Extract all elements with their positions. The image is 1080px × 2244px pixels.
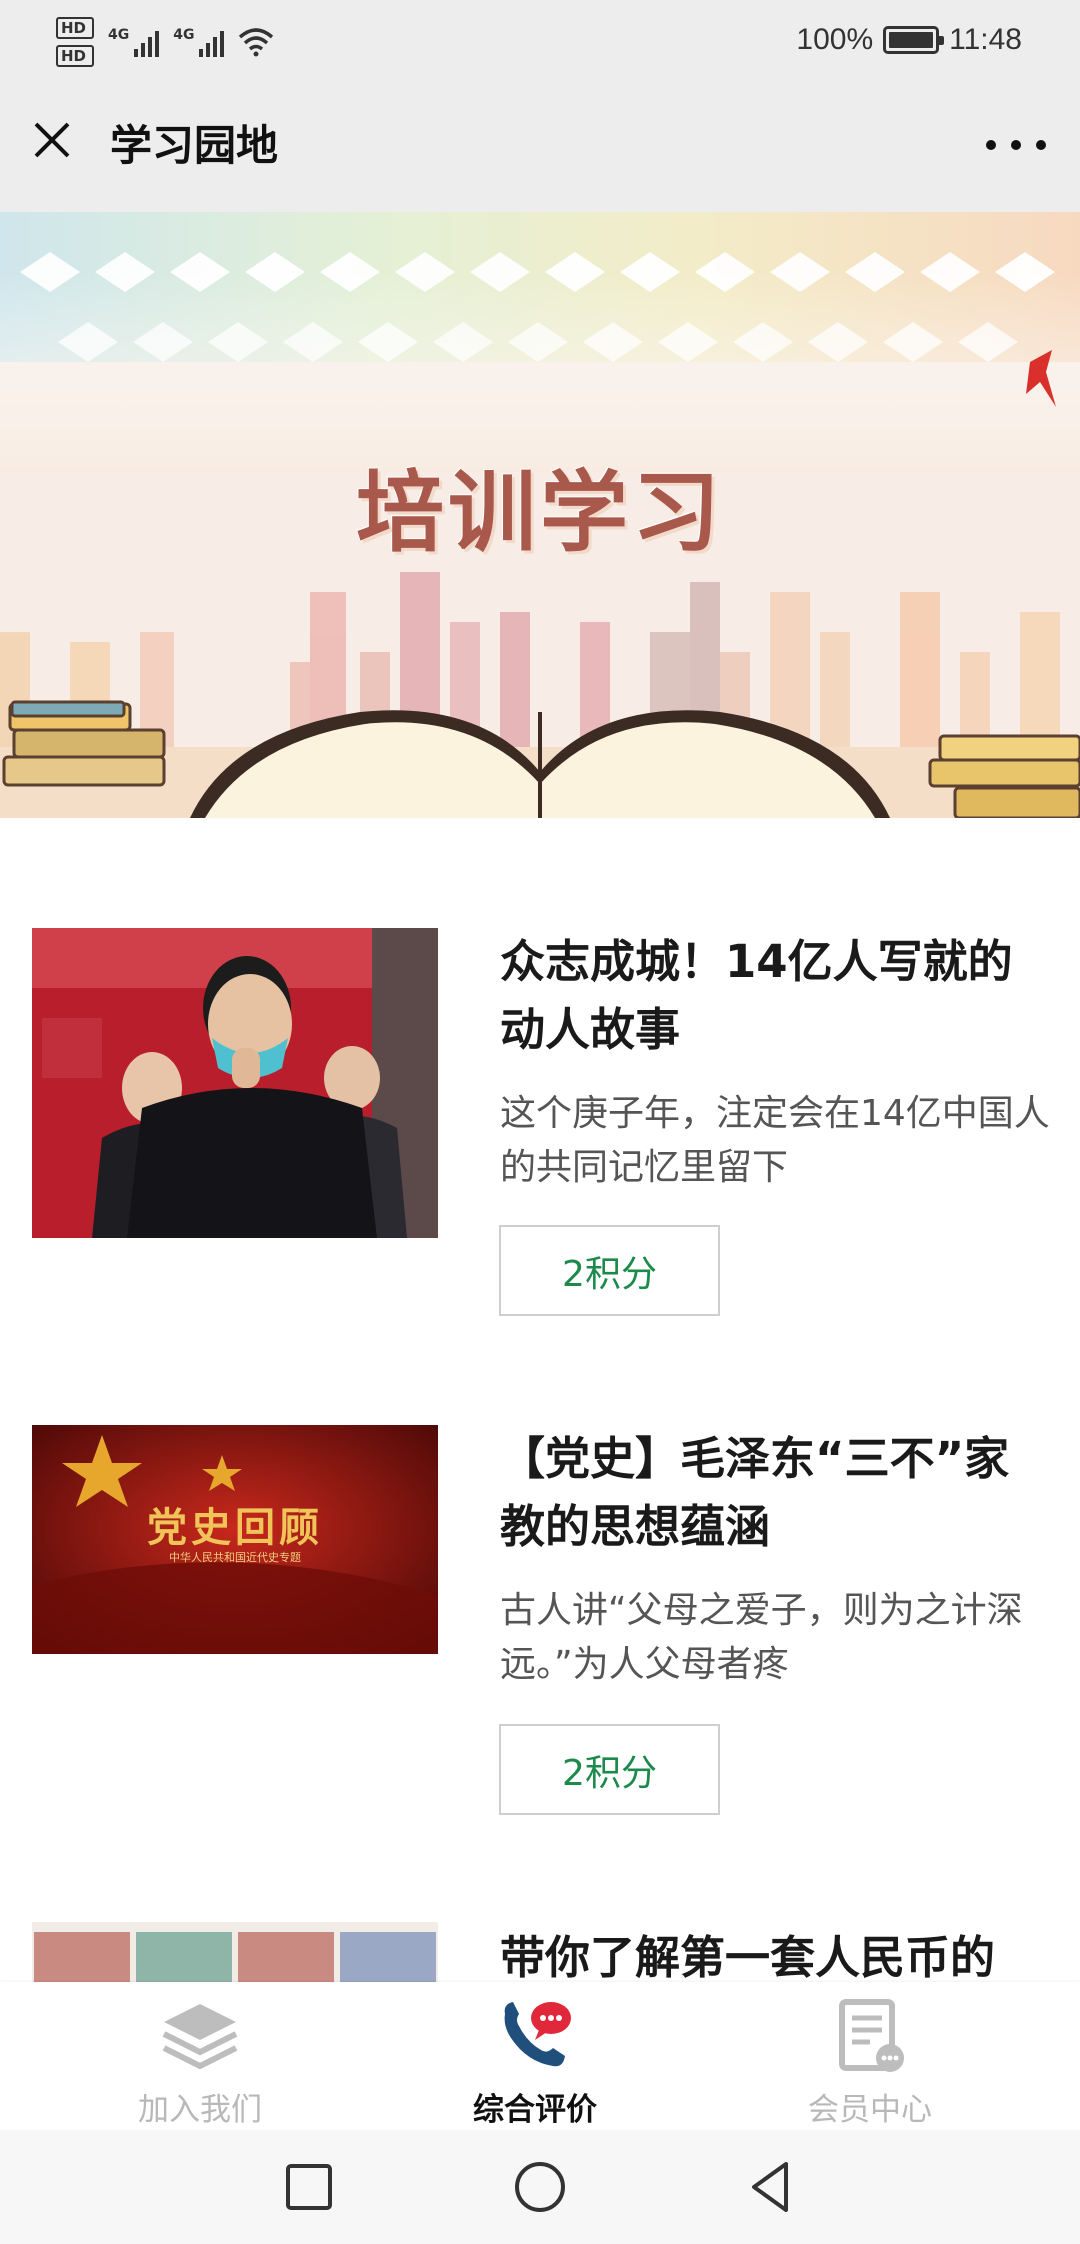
banner-title: 培训学习 bbox=[355, 461, 724, 564]
back-icon[interactable] bbox=[738, 2154, 804, 2220]
article-thumbnail[interactable]: 党史回顾 中华人民共和国近代史专题 bbox=[32, 1425, 438, 1654]
signal-icon: 4G bbox=[108, 27, 160, 57]
system-nav-bar bbox=[0, 2130, 1080, 2244]
article-title[interactable]: 众志成城！14亿人写就的动人故事 bbox=[500, 928, 1050, 1064]
article-description: 古人讲“父母之爱子，则为之计深远。”为人父母者疼 bbox=[500, 1590, 1023, 1685]
article-thumbnail[interactable] bbox=[32, 928, 438, 1238]
recent-apps-icon[interactable] bbox=[276, 2154, 342, 2220]
more-options-button[interactable] bbox=[986, 120, 1046, 170]
thumbnail-subcaption: 中华人民共和国近代史专题 bbox=[169, 1551, 301, 1564]
tab-evaluation[interactable]: 综合评价 bbox=[355, 1982, 715, 2130]
battery-percent: 100% bbox=[796, 23, 874, 56]
points-button[interactable]: 2积分 bbox=[499, 1225, 720, 1316]
layers-icon bbox=[162, 2004, 238, 2070]
tab-member-center[interactable]: 会员中心 bbox=[690, 1982, 1050, 2130]
hd-badge: HD bbox=[56, 17, 94, 39]
thumbnail-caption: 党史回顾 bbox=[147, 1504, 323, 1551]
banner: 培训学习 bbox=[0, 212, 1080, 818]
tab-label: 会员中心 bbox=[808, 2092, 932, 2128]
network-type-label: 4G bbox=[173, 27, 195, 43]
dot-icon bbox=[986, 140, 996, 150]
network-type-label: 4G bbox=[108, 27, 130, 43]
article-title[interactable]: 【党史】毛泽东“三不”家教的思想蕴涵 bbox=[500, 1425, 1050, 1561]
title-bar: 学习园地 bbox=[0, 80, 1080, 212]
battery-icon bbox=[883, 26, 945, 54]
wifi-icon bbox=[239, 28, 274, 57]
bottom-tab-bar: 加入我们 综合评价 会员中心 bbox=[0, 1982, 1080, 2130]
article-thumbnail[interactable] bbox=[32, 1922, 438, 1982]
document-icon bbox=[839, 1999, 904, 2072]
clock: 11:48 bbox=[949, 23, 1022, 56]
hd-badge: HD bbox=[56, 45, 94, 67]
tab-join-us[interactable]: 加入我们 bbox=[20, 1982, 380, 2130]
status-bar: HD HD 4G 4G 100% 11:48 bbox=[0, 0, 1080, 80]
dot-icon bbox=[1011, 140, 1021, 150]
tab-label: 综合评价 bbox=[473, 2092, 597, 2128]
tab-label: 加入我们 bbox=[138, 2092, 262, 2128]
dot-icon bbox=[1036, 140, 1046, 150]
points-button[interactable]: 2积分 bbox=[499, 1724, 720, 1815]
article-description: 这个庚子年，注定会在14亿中国人的共同记忆里留下 bbox=[500, 1093, 1050, 1188]
network-indicators: HD HD 4G 4G bbox=[56, 14, 274, 70]
signal-icon: 4G bbox=[173, 27, 225, 57]
close-icon[interactable] bbox=[30, 118, 82, 170]
home-icon[interactable] bbox=[507, 2154, 573, 2220]
phone-chat-icon bbox=[504, 2002, 571, 2067]
page-title: 学习园地 bbox=[110, 121, 279, 170]
